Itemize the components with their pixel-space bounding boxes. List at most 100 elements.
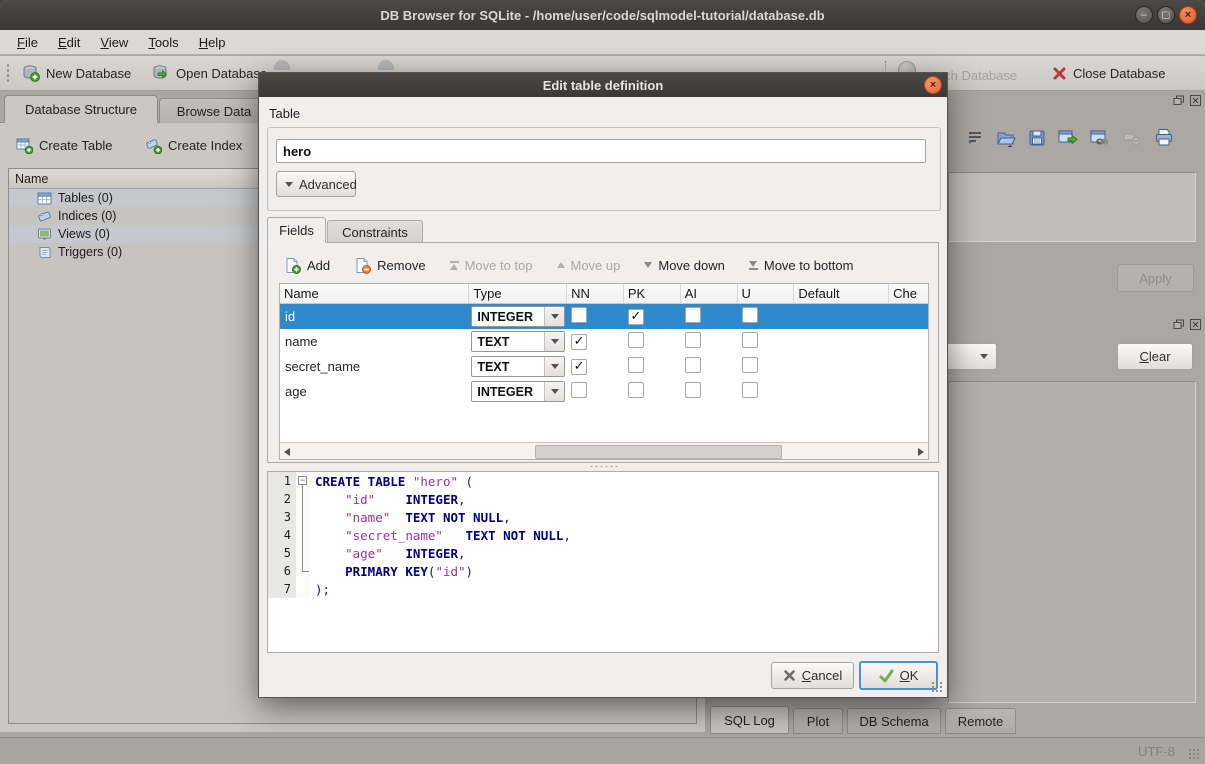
chevron-down-icon[interactable] [544, 382, 564, 401]
menu-view[interactable]: View [91, 32, 137, 53]
move-up-button[interactable]: Move up [557, 258, 621, 273]
u-checkbox[interactable] [742, 382, 758, 398]
menu-tools[interactable]: Tools [139, 32, 187, 53]
window-minimize-button[interactable]: – [1135, 6, 1153, 24]
toolbar-drag-handle[interactable] [6, 63, 11, 83]
close-database-button[interactable]: Close Database [1052, 61, 1166, 85]
add-field-button[interactable]: Add [284, 257, 330, 274]
window-resize-grip[interactable] [1188, 748, 1201, 761]
menu-file[interactable]: File [8, 32, 47, 53]
nn-checkbox[interactable] [571, 382, 587, 398]
dock-float-button[interactable] [1172, 318, 1186, 331]
bottom-tab-db-schema[interactable]: DB Schema [847, 708, 941, 734]
col-header-pk[interactable]: PK [624, 284, 681, 303]
nn-checkbox[interactable] [571, 359, 587, 375]
tab-constraints[interactable]: Constraints [327, 220, 423, 243]
type-dropdown[interactable]: TEXT [471, 356, 565, 377]
chevron-down-icon[interactable] [544, 332, 564, 351]
menu-edit[interactable]: Edit [49, 32, 89, 53]
scrollbar-thumb[interactable] [535, 445, 782, 459]
move-down-button[interactable]: Move down [644, 258, 724, 273]
field-row-secret-name[interactable]: secret_name TEXT [280, 354, 928, 379]
col-header-u[interactable]: U [738, 284, 795, 303]
apply-button[interactable]: Apply [1117, 264, 1194, 292]
fold-marker[interactable]: − [296, 472, 310, 490]
open-database-button[interactable]: Open Database [152, 61, 267, 85]
field-name-cell[interactable]: id [280, 309, 469, 324]
ai-checkbox[interactable] [685, 357, 701, 373]
col-header-ai[interactable]: AI [681, 284, 738, 303]
type-dropdown[interactable]: INTEGER [471, 306, 565, 327]
dock-close-button[interactable] [1188, 94, 1202, 107]
cell-editor-textarea[interactable] [948, 172, 1196, 242]
col-header-default[interactable]: Default [794, 284, 889, 303]
field-name-cell[interactable]: age [280, 384, 469, 399]
new-database-button[interactable]: New Database [22, 61, 131, 85]
cancel-button[interactable]: Cancel [771, 662, 854, 689]
tab-browse-data[interactable]: Browse Data [159, 98, 269, 123]
type-dropdown[interactable]: TEXT [471, 331, 565, 352]
scroll-left-icon[interactable] [284, 448, 290, 456]
fields-grid-hscrollbar[interactable] [280, 442, 928, 459]
print-icon[interactable] [1154, 128, 1174, 147]
type-dropdown[interactable]: INTEGER [471, 381, 565, 402]
attach-database-button[interactable]: Attach Database [948, 63, 1030, 87]
table-name-input[interactable]: hero [276, 139, 926, 163]
splitter-handle[interactable] [589, 465, 619, 468]
field-name-cell[interactable]: name [280, 334, 469, 349]
bottom-tab-remote[interactable]: Remote [945, 708, 1016, 734]
remove-field-button[interactable]: Remove [354, 257, 425, 274]
dialog-close-button[interactable]: × [924, 76, 942, 94]
field-row-age[interactable]: age INTEGER [280, 379, 928, 404]
nn-checkbox[interactable] [571, 307, 587, 323]
field-row-id[interactable]: id INTEGER [280, 304, 928, 329]
chevron-down-icon[interactable] [544, 357, 564, 376]
advanced-button[interactable]: Advanced [276, 171, 356, 197]
col-header-check[interactable]: Che [889, 284, 928, 303]
u-checkbox[interactable] [742, 332, 758, 348]
ok-button[interactable]: OK [859, 661, 938, 690]
bottom-tab-plot[interactable]: Plot [793, 708, 843, 734]
save-icon[interactable] [1028, 129, 1046, 147]
menu-help[interactable]: Help [190, 32, 235, 53]
export-icon[interactable] [1058, 129, 1078, 147]
ai-checkbox[interactable] [685, 332, 701, 348]
clear-log-button[interactable]: Clear [1117, 343, 1193, 370]
create-table-button[interactable]: Create Table [16, 137, 112, 154]
move-to-bottom-button[interactable]: Move to bottom [749, 258, 854, 273]
tab-database-structure[interactable]: Database Structure [4, 95, 158, 123]
pk-checkbox[interactable] [628, 382, 644, 398]
pk-checkbox[interactable] [628, 309, 644, 325]
open-file-icon[interactable] [996, 129, 1016, 147]
dialog-titlebar[interactable]: Edit table definition [259, 73, 947, 97]
chevron-down-icon[interactable] [544, 307, 564, 326]
move-to-top-button[interactable]: Move to top [450, 258, 533, 273]
col-header-type[interactable]: Type [469, 284, 567, 303]
set-null-icon[interactable] [1122, 129, 1142, 147]
col-header-nn[interactable]: NN [567, 284, 624, 303]
u-checkbox[interactable] [742, 307, 758, 323]
ai-checkbox[interactable] [685, 307, 701, 323]
field-row-name[interactable]: name TEXT [280, 329, 928, 354]
pk-checkbox[interactable] [628, 332, 644, 348]
tree-item-label: Views (0) [58, 227, 110, 241]
dock-close-button[interactable] [1188, 318, 1202, 331]
field-name-cell[interactable]: secret_name [280, 359, 469, 374]
ai-checkbox[interactable] [685, 382, 701, 398]
create-index-button[interactable]: Create Index [145, 137, 242, 154]
nn-checkbox[interactable] [571, 334, 587, 350]
bottom-tab-sql-log[interactable]: SQL Log [710, 706, 789, 734]
sql-preview[interactable]: 1 − CREATE TABLE "hero" ( 2 "id" INTEGER… [267, 471, 939, 653]
window-close-button[interactable]: × [1179, 6, 1197, 24]
word-wrap-icon[interactable] [966, 129, 984, 147]
u-checkbox[interactable] [742, 357, 758, 373]
pk-checkbox[interactable] [628, 357, 644, 373]
dock-float-button[interactable] [1172, 94, 1186, 107]
sql-log-list[interactable] [948, 381, 1196, 703]
window-maximize-button[interactable]: ◻ [1157, 6, 1175, 24]
link-icon[interactable] [1090, 129, 1110, 147]
col-header-name[interactable]: Name [280, 284, 469, 303]
scroll-right-icon[interactable] [918, 448, 924, 456]
dialog-resize-grip[interactable] [931, 681, 944, 694]
tab-fields[interactable]: Fields [267, 217, 326, 243]
